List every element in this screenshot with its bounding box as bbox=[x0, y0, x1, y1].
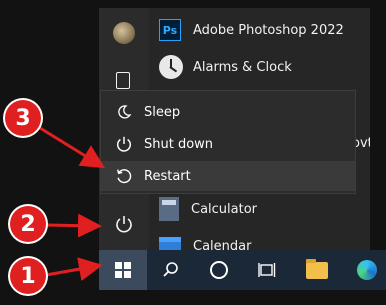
annotation-arrows bbox=[39, 126, 106, 281]
callout-2: 2 bbox=[10, 206, 46, 242]
arrow-1 bbox=[45, 257, 103, 281]
callout-3: 3 bbox=[5, 100, 41, 136]
arrow-3 bbox=[39, 126, 106, 169]
callout-1: 1 bbox=[10, 258, 46, 294]
arrow-2 bbox=[45, 213, 102, 238]
